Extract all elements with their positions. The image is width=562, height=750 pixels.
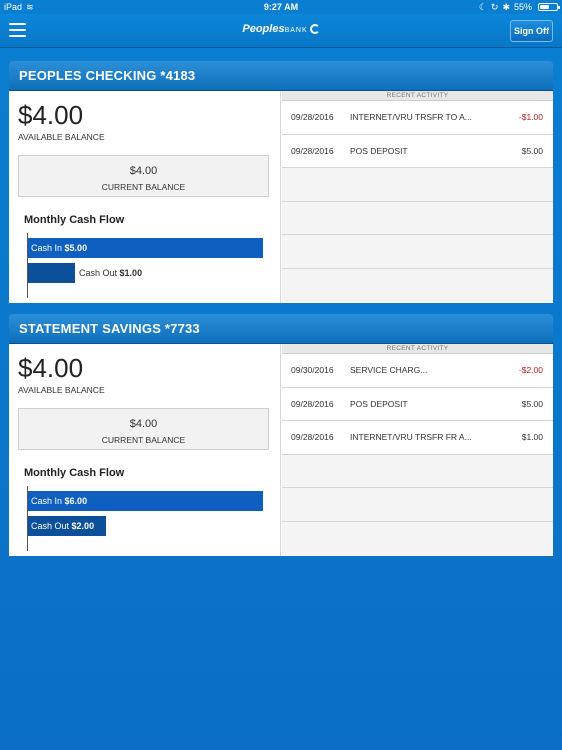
rotation-lock-icon: ↻ xyxy=(490,2,499,12)
activity-description: POS DEPOSIT xyxy=(350,398,408,409)
current-balance-label: CURRENT BALANCE xyxy=(101,435,186,445)
activity-row[interactable]: 09/30/2016 SERVICE CHARG... -$2.00 xyxy=(282,354,553,388)
available-balance-label: AVAILABLE BALANCE xyxy=(18,132,105,142)
account-title[interactable]: STATEMENT SAVINGS *7733 xyxy=(9,314,553,344)
available-balance-label: AVAILABLE BALANCE xyxy=(18,385,105,395)
activity-row-empty xyxy=(282,168,553,202)
moon-icon: ☾ xyxy=(478,2,487,12)
cash-out-label: Cash Out $1.00 xyxy=(79,268,143,278)
current-balance-amount: $4.00 xyxy=(129,165,158,177)
balance-pane: $4.00 AVAILABLE BALANCE $4.00 CURRENT BA… xyxy=(9,344,281,556)
cash-in-label: Cash In $5.00 xyxy=(31,243,88,253)
status-time: 9:27 AM xyxy=(263,2,299,12)
activity-description: INTERNET/VRU TRSFR TO A... xyxy=(350,112,472,122)
current-balance-box: $4.00 CURRENT BALANCE xyxy=(18,155,269,197)
activity-row[interactable]: 09/28/2016 INTERNET/VRU TRSFR FR A... $1.0… xyxy=(282,421,553,455)
activity-row-empty xyxy=(282,201,553,235)
nav-bar: PeoplesBANK Sign Off xyxy=(0,14,562,48)
account-title[interactable]: PEOPLES CHECKING *4183 xyxy=(9,61,553,91)
activity-amount: -$2.00 xyxy=(518,365,543,375)
activity-amount: $5.00 xyxy=(521,398,543,409)
cash-out-bar xyxy=(28,263,75,283)
activity-description: INTERNET/VRU TRSFR FR A... xyxy=(350,432,472,442)
activity-row[interactable]: 09/28/2016 POS DEPOSIT $5.00 xyxy=(282,135,553,168)
activity-amount: -$1.00 xyxy=(518,112,543,122)
activity-amount: $1.00 xyxy=(521,432,543,442)
activity-description: POS DEPOSIT xyxy=(350,145,408,156)
activity-date: 09/28/2016 xyxy=(291,432,334,442)
activity-row-empty xyxy=(282,268,553,302)
available-balance-amount: $4.00 xyxy=(18,100,84,130)
activity-row-empty xyxy=(282,235,553,269)
account-body: $4.00 AVAILABLE BALANCE $4.00 CURRENT BA… xyxy=(9,91,553,303)
status-bar: iPad ≋ 9:27 AM ☾ ↻ ✱ 55% xyxy=(0,0,562,14)
balance-pane: $4.00 AVAILABLE BALANCE $4.00 CURRENT BA… xyxy=(9,91,281,303)
activity-row[interactable]: 09/28/2016 INTERNET/VRU TRSFR TO A... -$1.… xyxy=(282,101,553,135)
monthly-cash-flow-title: Monthly Cash Flow xyxy=(24,467,125,479)
activity-description: SERVICE CHARG... xyxy=(350,365,428,375)
sign-off-button[interactable]: Sign Off xyxy=(510,20,553,42)
recent-activity-pane: RECENT ACTIVITY 09/28/2016 INTERNET/VRU T… xyxy=(282,91,553,303)
activity-row-empty xyxy=(282,454,553,488)
battery-icon xyxy=(538,3,560,11)
battery-percent: 55% xyxy=(513,2,532,12)
peoples-bank-logo: PeoplesBANK xyxy=(0,23,562,35)
activity-date: 09/28/2016 xyxy=(291,145,334,156)
recent-activity-header: RECENT ACTIVITY xyxy=(282,91,553,101)
monthly-cash-flow-title: Monthly Cash Flow xyxy=(24,214,125,226)
current-balance-label: CURRENT BALANCE xyxy=(101,182,186,192)
activity-row-empty xyxy=(282,488,553,522)
recent-activity-header: RECENT ACTIVITY xyxy=(282,344,553,354)
logo-brand: Peoples xyxy=(242,23,285,35)
account-card[interactable]: STATEMENT SAVINGS *7733 $4.00 AVAILABLE … xyxy=(9,314,553,556)
status-bar-right: ☾ ↻ ✱ 55% xyxy=(478,0,560,14)
cash-in-label: Cash In $6.00 xyxy=(31,496,88,506)
activity-date: 09/30/2016 xyxy=(291,365,334,375)
bluetooth-icon: ✱ xyxy=(502,2,510,12)
account-card[interactable]: PEOPLES CHECKING *4183 $4.00 AVAILABLE B… xyxy=(9,61,553,303)
cash-out-label: Cash Out $2.00 xyxy=(31,521,95,531)
account-body: $4.00 AVAILABLE BALANCE $4.00 CURRENT BA… xyxy=(9,344,553,556)
activity-date: 09/28/2016 xyxy=(291,398,334,409)
recent-activity-pane: RECENT ACTIVITY 09/30/2016 SERVICE CHARG.… xyxy=(282,344,553,556)
activity-amount: $5.00 xyxy=(521,145,543,156)
logo-swirl-icon xyxy=(309,24,320,34)
current-balance-amount: $4.00 xyxy=(129,418,158,430)
current-balance-box: $4.00 CURRENT BALANCE xyxy=(18,408,269,450)
available-balance-amount: $4.00 xyxy=(18,353,84,383)
activity-date: 09/28/2016 xyxy=(291,112,334,122)
activity-row[interactable]: 09/28/2016 POS DEPOSIT $5.00 xyxy=(282,388,553,421)
logo-bank: BANK xyxy=(284,27,308,34)
activity-row-empty xyxy=(282,521,553,555)
